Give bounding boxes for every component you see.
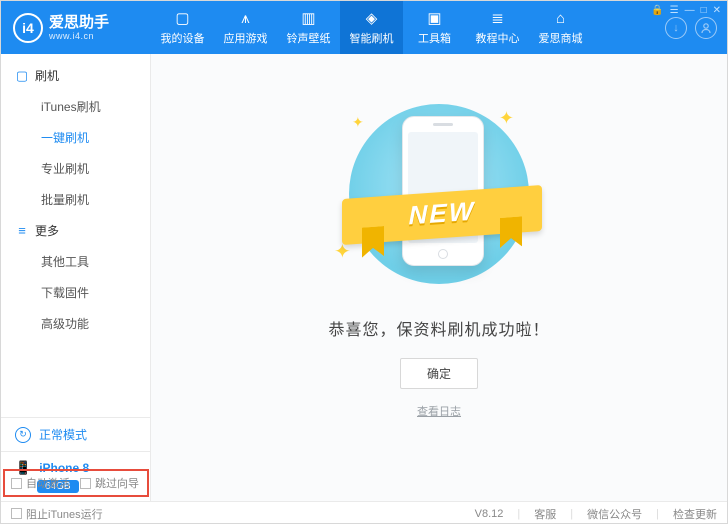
sidebar-item-itunes-flash[interactable]: iTunes刷机: [1, 91, 150, 122]
body: ▢ 刷机 iTunes刷机 一键刷机 专业刷机 批量刷机 ≡ 更多 其他工具 下…: [1, 54, 727, 501]
flash-icon: ◈: [363, 9, 381, 27]
close-button[interactable]: ✕: [713, 5, 721, 16]
checkbox-label: 阻止iTunes运行: [26, 506, 103, 522]
apps-icon: ⩚: [237, 9, 255, 27]
sidebar-section-flash[interactable]: ▢ 刷机: [1, 60, 150, 91]
status-bar: 阻止iTunes运行 V8.12 | 客服 | 微信公众号 | 检查更新: [1, 501, 727, 525]
checkbox-label: 自动激活: [26, 475, 70, 491]
window-controls: 🔒 ☰ — □ ✕: [651, 5, 721, 16]
sidebar-item-pro-flash[interactable]: 专业刷机: [1, 153, 150, 184]
sidebar-item-batch-flash[interactable]: 批量刷机: [1, 184, 150, 215]
flash-section-icon: ▢: [15, 68, 29, 84]
nav-label: 铃声壁纸: [287, 30, 331, 46]
nav-label: 工具箱: [418, 30, 451, 46]
nav-my-device[interactable]: ▢ 我的设备: [151, 1, 214, 54]
sidebar-item-advanced[interactable]: 高级功能: [1, 308, 150, 339]
checkbox-icon: [80, 478, 91, 489]
app-site: www.i4.cn: [49, 31, 109, 41]
checkbox-icon: [11, 478, 22, 489]
nav-tutorial[interactable]: ≣ 教程中心: [466, 1, 529, 54]
download-button[interactable]: ↓: [665, 17, 687, 39]
phone-icon: ▢: [174, 9, 192, 27]
nav-label: 我的设备: [161, 30, 205, 46]
logo-mark-icon: i4: [13, 13, 43, 43]
account-button[interactable]: [695, 17, 717, 39]
separator: |: [656, 508, 659, 520]
success-illustration: ✦ ✦ ✦ NEW: [324, 94, 554, 294]
star-icon: ✦: [499, 108, 514, 129]
sidebar-item-download-firmware[interactable]: 下载固件: [1, 277, 150, 308]
nav-store[interactable]: ⌂ 爱思商城: [529, 1, 592, 54]
menu-icon[interactable]: ☰: [670, 5, 679, 16]
nav-apps[interactable]: ⩚ 应用游戏: [214, 1, 277, 54]
checkbox-label: 跳过向导: [95, 475, 139, 491]
user-icon: [700, 22, 712, 34]
header: i4 爱思助手 www.i4.cn ▢ 我的设备 ⩚ 应用游戏 ▥ 铃声壁纸 ◈…: [1, 1, 727, 54]
wallpaper-icon: ▥: [300, 9, 318, 27]
top-nav: ▢ 我的设备 ⩚ 应用游戏 ▥ 铃声壁纸 ◈ 智能刷机 ▣ 工具箱 ≣ 教程中心…: [151, 1, 665, 54]
nav-label: 爱思商城: [539, 30, 583, 46]
separator: |: [517, 508, 520, 520]
content: ✦ ✦ ✦ NEW 恭喜您，保资料刷机成功啦！ 确定 查看日志: [151, 54, 727, 501]
sidebar-section-more[interactable]: ≡ 更多: [1, 215, 150, 246]
nav-toolbox[interactable]: ▣ 工具箱: [403, 1, 466, 54]
more-section-icon: ≡: [15, 223, 29, 238]
ok-button[interactable]: 确定: [400, 358, 478, 389]
sidebar-item-other-tools[interactable]: 其他工具: [1, 246, 150, 277]
sidebar-section-label: 刷机: [35, 67, 59, 84]
support-link[interactable]: 客服: [534, 506, 556, 522]
minimize-button[interactable]: —: [685, 5, 695, 16]
nav-flash[interactable]: ◈ 智能刷机: [340, 1, 403, 54]
lock-icon[interactable]: 🔒: [651, 5, 663, 16]
wechat-link[interactable]: 微信公众号: [587, 506, 642, 522]
update-link[interactable]: 检查更新: [673, 506, 717, 522]
sidebar: ▢ 刷机 iTunes刷机 一键刷机 专业刷机 批量刷机 ≡ 更多 其他工具 下…: [1, 54, 151, 501]
checkbox-icon: [11, 508, 22, 519]
nav-label: 应用游戏: [224, 30, 268, 46]
tutorial-icon: ≣: [489, 9, 507, 27]
block-itunes-checkbox[interactable]: 阻止iTunes运行: [11, 506, 103, 522]
app-name: 爱思助手: [49, 15, 109, 30]
store-icon: ⌂: [552, 9, 570, 27]
auto-activate-checkbox[interactable]: 自动激活: [11, 475, 70, 491]
view-log-link[interactable]: 查看日志: [417, 403, 461, 419]
nav-label: 智能刷机: [350, 30, 394, 46]
success-message: 恭喜您，保资料刷机成功啦！: [328, 316, 549, 340]
toolbox-icon: ▣: [426, 9, 444, 27]
maximize-button[interactable]: □: [701, 5, 707, 16]
app-logo[interactable]: i4 爱思助手 www.i4.cn: [1, 1, 151, 54]
star-icon: ✦: [352, 114, 364, 131]
device-mode[interactable]: ↻ 正常模式: [1, 418, 150, 452]
separator: |: [570, 508, 573, 520]
sidebar-section-label: 更多: [35, 222, 59, 239]
refresh-icon: ↻: [15, 427, 31, 443]
options-highlight-box: 自动激活 跳过向导: [3, 469, 149, 497]
sidebar-item-oneclick-flash[interactable]: 一键刷机: [1, 122, 150, 153]
skip-guide-checkbox[interactable]: 跳过向导: [80, 475, 139, 491]
nav-ringtone[interactable]: ▥ 铃声壁纸: [277, 1, 340, 54]
mode-label: 正常模式: [39, 426, 87, 443]
version-label: V8.12: [475, 508, 504, 520]
nav-label: 教程中心: [476, 30, 520, 46]
